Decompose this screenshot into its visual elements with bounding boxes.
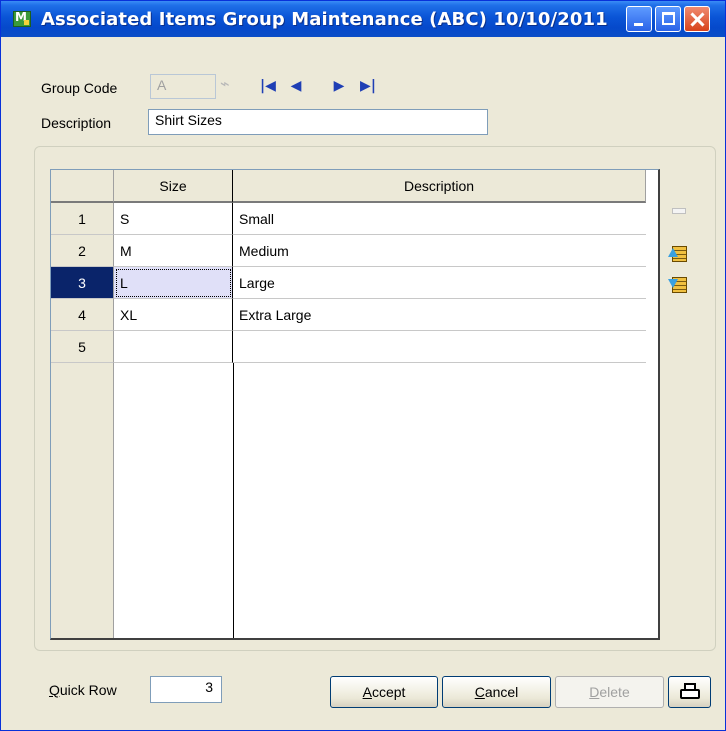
table-row-selected[interactable]: 3 L Large: [51, 267, 658, 299]
size-cell[interactable]: M: [114, 235, 233, 267]
previous-record-icon[interactable]: ◀: [286, 76, 306, 96]
column-divider: [233, 363, 234, 638]
insert-row-icon[interactable]: [668, 244, 688, 264]
delete-row-icon[interactable]: [668, 275, 688, 295]
column-header-size[interactable]: Size: [114, 170, 233, 203]
table-row[interactable]: 5: [51, 331, 658, 363]
cancel-mnemonic: C: [474, 684, 485, 700]
window: Associated Items Group Maintenance (ABC)…: [0, 0, 726, 731]
size-cell[interactable]: [114, 331, 233, 363]
cancel-button[interactable]: Cancel: [442, 676, 551, 708]
cancel-label: ancel: [484, 684, 519, 700]
description-label: Description: [41, 115, 112, 131]
next-record-icon[interactable]: ▶: [329, 76, 349, 96]
description-cell[interactable]: Large: [233, 267, 646, 299]
description-cell[interactable]: Small: [233, 203, 646, 235]
column-header-description[interactable]: Description: [233, 170, 646, 203]
row-number[interactable]: 3: [51, 267, 114, 299]
row-number[interactable]: 2: [51, 235, 114, 267]
minimize-icon: [634, 23, 643, 26]
accept-button[interactable]: Accept: [330, 676, 438, 708]
size-cell[interactable]: S: [114, 203, 233, 235]
print-button[interactable]: [668, 676, 711, 708]
group-code-label: Group Code: [41, 80, 118, 96]
row-number[interactable]: 1: [51, 203, 114, 235]
group-code-field[interactable]: A: [150, 74, 216, 99]
row-number[interactable]: 5: [51, 331, 114, 363]
delete-button[interactable]: Delete: [555, 676, 664, 708]
table-row[interactable]: 1 S Small: [51, 203, 658, 235]
delete-label: elete: [599, 684, 630, 700]
corner-header: [51, 170, 114, 203]
app-icon[interactable]: [13, 10, 31, 27]
quick-row-mnemonic: Q: [49, 682, 60, 698]
size-cell[interactable]: XL: [114, 299, 233, 331]
close-button[interactable]: [684, 6, 710, 32]
table-row[interactable]: 4 XL Extra Large: [51, 299, 658, 331]
quick-row-field[interactable]: 3: [150, 676, 222, 703]
minimize-button[interactable]: [626, 6, 652, 32]
description-cell[interactable]: Medium: [233, 235, 646, 267]
quick-row-label: Quick Row: [49, 682, 117, 698]
description-cell[interactable]: Extra Large: [233, 299, 646, 331]
maximize-button[interactable]: [655, 6, 681, 32]
first-record-icon[interactable]: |◀: [258, 76, 278, 96]
title-bar[interactable]: Associated Items Group Maintenance (ABC)…: [1, 1, 725, 37]
clear-row-icon[interactable]: [668, 201, 688, 221]
row-number[interactable]: 4: [51, 299, 114, 331]
description-cell[interactable]: [233, 331, 646, 363]
last-record-icon[interactable]: ▶|: [358, 76, 378, 96]
size-cell[interactable]: L: [114, 267, 233, 299]
delete-mnemonic: D: [589, 684, 600, 700]
quick-row-label-rest: uick Row: [59, 682, 117, 698]
window-title: Associated Items Group Maintenance (ABC)…: [41, 9, 608, 30]
description-field[interactable]: Shirt Sizes: [148, 109, 488, 135]
printer-icon: [680, 683, 700, 701]
lookup-icon[interactable]: ⌁: [220, 74, 240, 98]
accept-label: ccept: [371, 684, 406, 700]
maximize-icon: [662, 12, 675, 25]
accept-mnemonic: A: [362, 684, 372, 700]
sizes-grid[interactable]: Size Description 1 S Small 2 M Medium 3 …: [50, 169, 660, 640]
table-row[interactable]: 2 M Medium: [51, 235, 658, 267]
